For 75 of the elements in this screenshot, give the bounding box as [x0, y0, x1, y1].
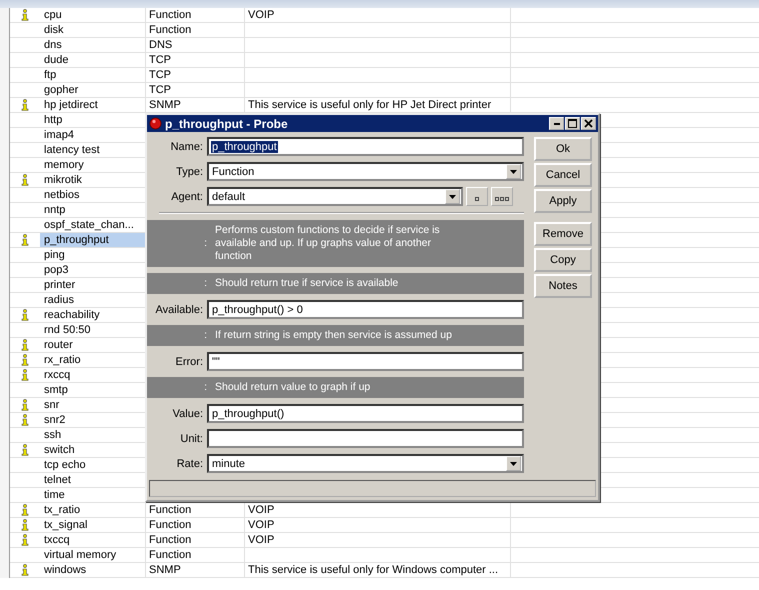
- dropdown-field[interactable]: Function: [207, 162, 524, 181]
- caret-icon: [510, 462, 517, 466]
- field-label: Rate:: [176, 458, 204, 470]
- service-description: VOIP: [248, 534, 274, 546]
- caret-icon: [449, 194, 456, 198]
- maximize-button[interactable]: [565, 117, 580, 130]
- text-field[interactable]: "": [207, 352, 524, 371]
- service-type: TCP: [149, 69, 171, 81]
- service-name[interactable]: dude: [40, 53, 146, 68]
- service-type: Function: [149, 9, 192, 21]
- close-button[interactable]: [581, 117, 596, 130]
- field-label: Name:: [170, 140, 204, 152]
- service-type: SNMP: [149, 564, 181, 576]
- field-label: :: [203, 277, 208, 290]
- service-description: VOIP: [248, 9, 274, 21]
- service-description: VOIP: [248, 519, 274, 531]
- dialog-button[interactable]: Cancel: [534, 163, 592, 187]
- service-name[interactable]: cpu: [40, 8, 146, 23]
- service-description: This service is useful only for Windows computer ...: [248, 564, 498, 576]
- field-label: Error:: [174, 356, 204, 368]
- text-field[interactable]: p_throughput: [207, 137, 524, 156]
- service-name[interactable]: hp jetdirect: [40, 98, 146, 113]
- text-field[interactable]: p_throughput(): [207, 404, 524, 423]
- field-label: :: [203, 381, 208, 394]
- maximize-icon: [568, 119, 577, 128]
- field-label: Value:: [172, 408, 204, 420]
- service-description: VOIP: [248, 504, 274, 516]
- service-name[interactable]: tx_signal: [40, 518, 146, 533]
- field-label: :: [203, 237, 208, 250]
- dropdown-field[interactable]: minute: [207, 454, 524, 473]
- dropdown-button[interactable]: [506, 456, 521, 471]
- text-field[interactable]: p_throughput() > 0: [207, 300, 524, 319]
- dropdown-button[interactable]: [445, 189, 460, 204]
- window-title: p_throughput - Probe: [165, 116, 289, 130]
- small-button[interactable]: [466, 187, 488, 206]
- close-icon: [584, 119, 593, 128]
- service-name[interactable]: dns: [40, 38, 146, 53]
- service-type: Function: [149, 24, 192, 36]
- field-label: :: [203, 329, 208, 342]
- service-name[interactable]: gopher: [40, 83, 146, 98]
- dialog-button[interactable]: Copy: [534, 248, 592, 272]
- service-type: TCP: [149, 84, 171, 96]
- minimize-button[interactable]: [549, 117, 564, 130]
- service-name[interactable]: ftp: [40, 68, 146, 83]
- service-name[interactable]: windows: [40, 563, 146, 578]
- service-type: Function: [149, 534, 192, 546]
- text-field[interactable]: [207, 429, 524, 448]
- dialog-button[interactable]: Remove: [534, 222, 592, 246]
- service-type: TCP: [149, 54, 171, 66]
- more-button[interactable]: [491, 187, 513, 206]
- service-name[interactable]: disk: [40, 23, 146, 38]
- service-name[interactable]: txccq: [40, 533, 146, 548]
- field-label: Available:: [154, 304, 204, 316]
- field-label: Type:: [175, 166, 204, 178]
- service-type: Function: [149, 549, 192, 561]
- dropdown-field[interactable]: default: [207, 187, 463, 206]
- service-name[interactable]: tx_ratio: [40, 503, 146, 518]
- dialog-button[interactable]: Apply: [534, 189, 592, 213]
- minimize-icon: [554, 122, 560, 124]
- service-type: SNMP: [149, 99, 181, 111]
- service-name[interactable]: virtual memory: [40, 548, 146, 563]
- service-type: DNS: [149, 39, 172, 51]
- dialog-button[interactable]: Ok: [534, 137, 592, 161]
- field-label: Agent:: [170, 190, 204, 202]
- service-name[interactable]: p_throughput: [40, 233, 146, 248]
- square-icon: [475, 197, 479, 201]
- service-type: Function: [149, 519, 192, 531]
- ellipsis-icon: [495, 197, 509, 201]
- service-description: This service is useful only for HP Jet Direct printer: [248, 99, 492, 111]
- dropdown-button[interactable]: [506, 164, 521, 179]
- dialog-button[interactable]: Notes: [534, 274, 592, 298]
- service-type: Function: [149, 504, 192, 516]
- caret-icon: [510, 170, 517, 174]
- ball-icon: [149, 117, 162, 130]
- field-label: Unit:: [179, 432, 204, 444]
